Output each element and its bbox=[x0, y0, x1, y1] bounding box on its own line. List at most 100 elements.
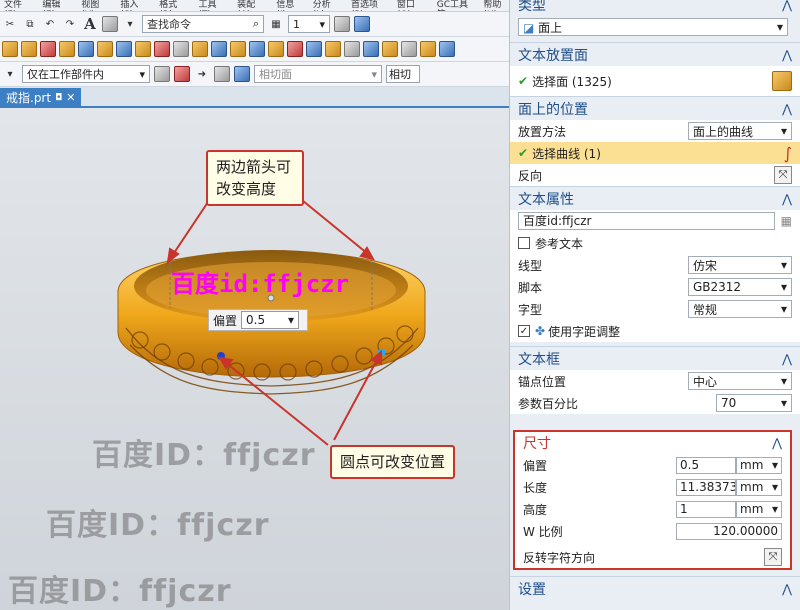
offset-floating-input[interactable]: 偏置 0.5 ▾ bbox=[208, 309, 308, 331]
ref-text-checkbox[interactable] bbox=[518, 237, 530, 249]
size-offset-unit[interactable]: mm ▾ bbox=[736, 456, 782, 474]
size-wratio-input[interactable]: 120.00000 bbox=[676, 522, 782, 540]
sew-icon[interactable] bbox=[420, 41, 436, 57]
sweep-icon[interactable] bbox=[382, 41, 398, 57]
script-select[interactable]: GB2312 ▾ bbox=[688, 278, 792, 296]
menu-item-9[interactable]: 首选项(P) bbox=[351, 0, 383, 11]
menu-item-3[interactable]: 插入(S) bbox=[120, 0, 145, 11]
collapse-icon[interactable]: ⋀ bbox=[782, 582, 792, 596]
size-section-header[interactable]: 尺寸 ⋀ bbox=[515, 432, 790, 454]
face-rule-select[interactable]: 相切面 ▾ bbox=[254, 65, 382, 83]
window-icon[interactable] bbox=[102, 16, 118, 32]
subtract-icon[interactable] bbox=[116, 41, 132, 57]
curve-icon[interactable]: ∫ bbox=[784, 144, 792, 163]
text-props-header[interactable]: 文本属性 ⋀ bbox=[510, 186, 800, 210]
pin-icon[interactable]: ◘ bbox=[55, 88, 62, 108]
chevron-down-icon[interactable]: ▾ bbox=[2, 66, 18, 82]
anchor-select[interactable]: 中心 ▾ bbox=[688, 372, 792, 390]
view-icon[interactable] bbox=[354, 16, 370, 32]
layer-icon[interactable]: ▦ bbox=[268, 16, 284, 32]
method-select[interactable]: 面上的曲线 ▾ bbox=[688, 122, 792, 140]
collapse-icon[interactable]: ⋀ bbox=[772, 436, 782, 450]
position-on-face-header[interactable]: 面上的位置 ⋀ bbox=[510, 96, 800, 120]
text-feature-icon[interactable] bbox=[401, 41, 417, 57]
redo-icon[interactable]: ↷ bbox=[62, 16, 78, 32]
layer-select[interactable]: 1 ▾ bbox=[288, 15, 330, 33]
param-select[interactable]: 70 ▾ bbox=[716, 394, 792, 412]
menu-item-11[interactable]: GC工具箱 bbox=[437, 0, 470, 11]
cylinder-icon[interactable] bbox=[21, 41, 37, 57]
copy-icon[interactable]: ⧉ bbox=[22, 16, 38, 32]
layer-settings-icon[interactable] bbox=[334, 16, 350, 32]
chamfer-icon[interactable] bbox=[211, 41, 227, 57]
select-filter-icon[interactable] bbox=[174, 66, 190, 82]
collapse-icon[interactable]: ⋀ bbox=[782, 102, 792, 116]
type-select[interactable]: ◪ 面上 ▾ bbox=[518, 18, 788, 36]
hole-icon[interactable] bbox=[154, 41, 170, 57]
intersect-icon[interactable] bbox=[135, 41, 151, 57]
collapse-icon[interactable]: ⋀ bbox=[782, 192, 792, 206]
mirror-icon[interactable] bbox=[344, 41, 360, 57]
curve-rule-select[interactable]: 相切 bbox=[386, 65, 420, 83]
pattern-icon[interactable] bbox=[173, 41, 189, 57]
menu-item-6[interactable]: 装配(A) bbox=[237, 0, 262, 11]
kerning-checkbox[interactable]: ✓ bbox=[518, 325, 530, 337]
box-select-icon[interactable] bbox=[214, 66, 230, 82]
menu-item-0[interactable]: 文件(F) bbox=[4, 0, 28, 11]
menu-item-10[interactable]: 窗口(O) bbox=[397, 0, 423, 11]
kerning-row[interactable]: ✓ ✤ 使用字距调整 bbox=[510, 320, 800, 342]
unite-icon[interactable] bbox=[97, 41, 113, 57]
offset-value-select[interactable]: 0.5 ▾ bbox=[241, 311, 300, 329]
chevron-down-icon[interactable]: ▾ bbox=[122, 16, 138, 32]
text-input[interactable]: 百度id:ffjczr bbox=[518, 212, 775, 230]
collapse-icon[interactable]: ⋀ bbox=[782, 352, 792, 366]
select-face-row[interactable]: ✔ 选择面 (1325) bbox=[510, 66, 800, 96]
arrow-icon[interactable]: ➜ bbox=[194, 66, 210, 82]
ref-text-row[interactable]: 参考文本 bbox=[510, 232, 800, 254]
close-icon[interactable]: ✕ bbox=[66, 88, 75, 108]
trim-body-icon[interactable] bbox=[268, 41, 284, 57]
snap-icon[interactable] bbox=[154, 66, 170, 82]
placement-face-header[interactable]: 文本放置面 ⋀ bbox=[510, 42, 800, 66]
size-height-unit[interactable]: mm ▾ bbox=[736, 500, 782, 518]
menu-item-1[interactable]: 编辑(E) bbox=[42, 0, 67, 11]
face-cube-icon[interactable] bbox=[772, 71, 792, 91]
reverse-char-icon[interactable]: ⤧ bbox=[764, 548, 782, 566]
menu-item-12[interactable]: 帮助(H) bbox=[483, 0, 509, 11]
tab-ring-part[interactable]: 戒指.prt ◘ ✕ bbox=[0, 88, 82, 108]
block-icon[interactable] bbox=[2, 41, 18, 57]
undo-icon[interactable]: ↶ bbox=[42, 16, 58, 32]
face-rule-icon[interactable] bbox=[234, 66, 250, 82]
selection-scope-select[interactable]: 仅在工作部件内 ▾ bbox=[22, 65, 150, 83]
menu-item-7[interactable]: 信息(I) bbox=[276, 0, 298, 11]
boss-icon[interactable] bbox=[40, 41, 56, 57]
patch-icon[interactable] bbox=[439, 41, 455, 57]
text-grid-icon[interactable]: ▦ bbox=[781, 214, 792, 228]
graphics-viewport[interactable]: 百度id:ffjczr 两边箭头可 改变高度 圆点可改变位置 偏置 0.5 ▾ … bbox=[0, 108, 509, 610]
settings-header[interactable]: 设置 ⋀ bbox=[510, 576, 800, 600]
size-length-input[interactable]: 11.383739 bbox=[676, 478, 736, 496]
revolve-icon[interactable] bbox=[78, 41, 94, 57]
select-curve-row[interactable]: ✔ 选择曲线 (1) ∫ bbox=[510, 142, 800, 164]
line-type-select[interactable]: 仿宋 ▾ bbox=[688, 256, 792, 274]
size-offset-input[interactable]: 0.5 bbox=[676, 456, 736, 474]
emboss-icon[interactable] bbox=[363, 41, 379, 57]
offset-face-icon[interactable] bbox=[306, 41, 322, 57]
collapse-icon[interactable]: ⋀ bbox=[782, 0, 792, 12]
menu-item-8[interactable]: 分析(L) bbox=[313, 0, 337, 11]
ring-text[interactable]: 百度id:ffjczr bbox=[171, 270, 349, 298]
menu-item-2[interactable]: 视图(V) bbox=[81, 0, 106, 11]
menu-item-4[interactable]: 格式(R) bbox=[159, 0, 184, 11]
text-icon[interactable]: A bbox=[82, 15, 98, 33]
thicken-icon[interactable] bbox=[325, 41, 341, 57]
edge-blend-icon[interactable] bbox=[192, 41, 208, 57]
menu-item-5[interactable]: 工具(T) bbox=[199, 0, 224, 11]
type-section-header[interactable]: 类型 ⋀ bbox=[510, 0, 800, 14]
size-length-unit[interactable]: mm ▾ bbox=[736, 478, 782, 496]
cut-icon[interactable]: ✂ bbox=[2, 16, 18, 32]
text-box-header[interactable]: 文本框 ⋀ bbox=[510, 346, 800, 370]
command-search-input[interactable]: 查找命令 ⌕ bbox=[142, 15, 264, 33]
shell-icon[interactable] bbox=[230, 41, 246, 57]
draft-icon[interactable] bbox=[249, 41, 265, 57]
collapse-icon[interactable]: ⋀ bbox=[782, 48, 792, 62]
